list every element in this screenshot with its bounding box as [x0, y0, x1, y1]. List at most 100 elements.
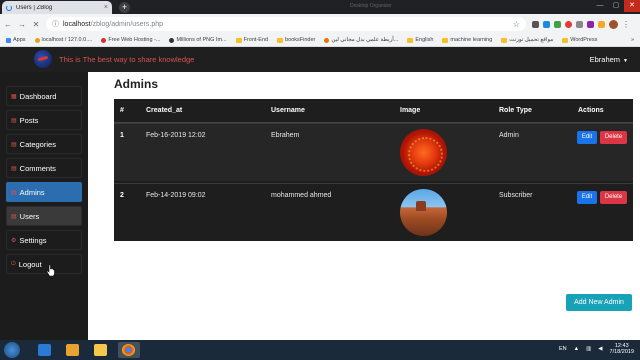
delete-button[interactable]: Delete: [600, 131, 627, 144]
extension-icon[interactable]: [554, 20, 561, 28]
more-bookmarks-icon[interactable]: »: [631, 37, 640, 43]
menu-icon[interactable]: ⋮: [622, 20, 630, 29]
bookmark-item[interactable]: machine learning: [442, 37, 492, 43]
sidebar-item-label: Users: [19, 211, 40, 221]
extension-icon[interactable]: [543, 20, 550, 28]
delete-button[interactable]: Delete: [600, 191, 627, 204]
profile-avatar[interactable]: [609, 19, 618, 29]
folder-icon: [501, 37, 508, 43]
bookmark-label: machine learning: [450, 37, 493, 43]
edit-button[interactable]: Edit: [577, 131, 597, 144]
favicon-icon: [324, 37, 330, 43]
bookmark-label: Front-End: [243, 37, 269, 43]
sidebar-item-label: Settings: [19, 235, 47, 245]
folder-icon: [442, 37, 449, 43]
admins-table: # Created_at Username Image Role Type Ac…: [114, 99, 633, 241]
user-name: Ebrahem: [589, 55, 621, 64]
taskbar-app-media[interactable]: [62, 342, 84, 358]
sidebar: ▦ Dashboard ▤ Posts ▤ Categories ▤ Comments ▤ Adm…: [0, 72, 88, 340]
bookmark-item[interactable]: booksFinder: [277, 37, 315, 43]
bookmark-item[interactable]: WordPress: [562, 37, 597, 43]
minimize-icon[interactable]: —: [592, 0, 608, 12]
system-tray: EN ▲ ▥ ◀ 12:43 7/18/2019: [559, 343, 634, 355]
bookmark-item[interactable]: أربطة علمي بدل مجانى لين...: [324, 37, 398, 43]
bookmark-star-icon[interactable]: ☆: [513, 20, 520, 29]
bookmark-item[interactable]: localhost / 127.0.0....: [34, 37, 92, 43]
table-row: 2 Feb-14-2019 09:02 mohammed ahmed Subsc…: [114, 183, 633, 241]
info-icon[interactable]: ⓘ: [52, 19, 59, 29]
sidebar-item-label: Dashboard: [19, 91, 57, 101]
sidebar-item-icon: ▤: [11, 117, 17, 124]
start-button[interactable]: [4, 342, 20, 358]
extension-icon[interactable]: [576, 20, 583, 28]
sidebar-item-settings[interactable]: ⚙ Settings: [6, 230, 82, 250]
network-icon[interactable]: ▥: [586, 346, 591, 352]
bookmark-item[interactable]: Free Web Hosting -...: [101, 37, 160, 43]
bookmark-item[interactable]: Millions of PNG Im...: [169, 37, 227, 43]
sidebar-item-posts[interactable]: ▤ Posts: [6, 110, 82, 130]
sidebar-item-icon: ▤: [11, 141, 17, 148]
new-tab-button[interactable]: +: [119, 2, 130, 13]
loading-icon: [6, 4, 12, 11]
column-header: Image: [400, 107, 421, 114]
extension-icon[interactable]: [598, 20, 605, 28]
extension-icon[interactable]: [587, 20, 594, 28]
page-title: Admins: [114, 77, 159, 91]
role-type: Admin: [499, 132, 519, 139]
user-dropdown[interactable]: Ebrahem ▼: [590, 55, 628, 64]
windows-taskbar: EN ▲ ▥ ◀ 12:43 7/18/2019: [0, 340, 640, 360]
forward-icon[interactable]: →: [18, 20, 26, 29]
back-icon[interactable]: ←: [4, 20, 12, 29]
address-bar[interactable]: ⓘ localhost/zblog/admin/users.php ☆: [46, 17, 526, 31]
folder-icon: [277, 37, 284, 43]
row-number: 1: [120, 132, 124, 139]
sidebar-item-icon: ⚙: [11, 237, 17, 244]
brand-logo[interactable]: [34, 50, 52, 68]
window-close-icon[interactable]: ✕: [624, 0, 640, 12]
sidebar-item-icon: ▤: [11, 213, 17, 220]
sidebar-item-label: Admins: [19, 187, 45, 197]
volume-icon[interactable]: ◀: [598, 346, 602, 352]
bookmark-label: English: [415, 37, 434, 43]
screen: Users | ZBlog × + Desktop Organizer — ▢ …: [0, 0, 640, 360]
bookmark-label: مواقع تحميل تورنت: [509, 37, 554, 43]
extension-icon[interactable]: [565, 20, 572, 28]
language-indicator[interactable]: EN: [559, 346, 567, 352]
extensions-area: ⋮: [532, 19, 630, 29]
extension-icon[interactable]: [532, 20, 539, 28]
tab-close-icon[interactable]: ×: [104, 4, 108, 11]
taskbar-app-explorer[interactable]: [90, 342, 112, 358]
column-header: Actions: [578, 107, 604, 114]
bookmark-item[interactable]: Front-End: [235, 37, 269, 43]
sidebar-item-dashboard[interactable]: ▦ Dashboard: [6, 86, 82, 106]
bookmark-item[interactable]: English: [407, 37, 433, 43]
bookmark-label: Free Web Hosting -...: [108, 37, 161, 43]
sidebar-item-logout[interactable]: ⏻ Logout: [6, 254, 82, 274]
maximize-icon[interactable]: ▢: [608, 0, 624, 12]
created-at: Feb-14-2019 09:02: [146, 192, 206, 199]
sidebar-item-categories[interactable]: ▤ Categories: [6, 134, 82, 154]
app-page: This is The best way to share knowledge …: [0, 47, 640, 340]
sidebar-item-admins[interactable]: ▤ Admins: [6, 182, 82, 202]
bookmark-label: WordPress: [570, 37, 598, 43]
row-number: 2: [120, 192, 124, 199]
clock[interactable]: 12:43 7/18/2019: [610, 343, 634, 355]
sidebar-item-comments[interactable]: ▤ Comments: [6, 158, 82, 178]
taskbar-app-ie[interactable]: [34, 342, 56, 358]
username: Ebrahem: [271, 132, 300, 139]
favicon-icon: [34, 37, 40, 43]
bookmark-item[interactable]: Apps: [6, 37, 26, 43]
edit-button[interactable]: Edit: [577, 191, 597, 204]
stop-icon[interactable]: ✕: [32, 20, 40, 29]
browser-tab[interactable]: Users | ZBlog ×: [2, 1, 112, 14]
tray-icon[interactable]: ▲: [574, 346, 579, 352]
add-new-admin-button[interactable]: Add New Admin: [566, 294, 632, 311]
favicon-icon: [101, 37, 107, 43]
address-url: localhost/zblog/admin/users.php: [63, 20, 164, 28]
favicon-icon: [169, 37, 175, 43]
caret-down-icon: ▼: [623, 58, 628, 64]
taskbar-app-chrome[interactable]: [118, 342, 140, 358]
folder-icon: [235, 37, 242, 43]
bookmark-item[interactable]: مواقع تحميل تورنت: [501, 37, 553, 43]
sidebar-item-users[interactable]: ▤ Users: [6, 206, 82, 226]
